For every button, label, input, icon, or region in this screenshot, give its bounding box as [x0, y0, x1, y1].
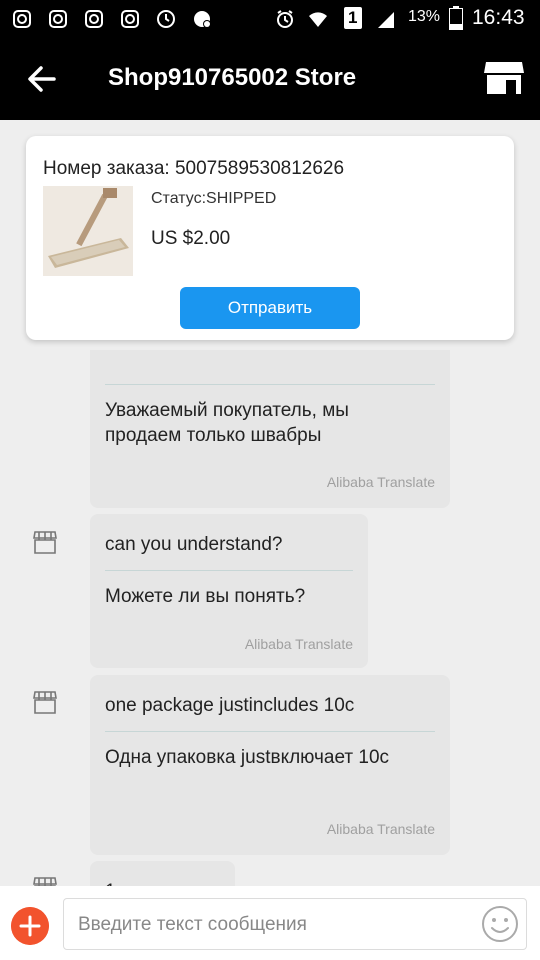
translation-source: Alibaba Translate: [244, 636, 353, 652]
battery-icon: [449, 6, 463, 30]
add-attachment-button[interactable]: [11, 907, 49, 945]
back-arrow-icon[interactable]: [26, 64, 58, 94]
message-input-placeholder: Введите текст сообщения: [78, 914, 307, 935]
order-number: Номер заказа: 5007589530812626: [43, 158, 345, 179]
order-status: Статус:SHIPPED: [151, 190, 277, 207]
store-avatar-icon[interactable]: [33, 530, 57, 554]
status-bar: 1 13% 16:43: [0, 0, 540, 38]
translation-source: Alibaba Translate: [326, 821, 435, 837]
mop-image-icon: [43, 186, 133, 276]
translated-text: Одна упаковка justвключает 10c: [105, 747, 390, 768]
translated-text: Уважаемый покупатель, мы продаем только …: [105, 400, 349, 446]
original-text: one package justincludes 10c: [105, 695, 355, 716]
instagram-icon: [13, 10, 31, 28]
send-order-button[interactable]: Отправить: [180, 287, 360, 329]
signal-icon: [378, 12, 394, 28]
order-price: US $2.00: [151, 228, 231, 249]
instagram-icon: [85, 10, 103, 28]
clock: 16:43: [472, 6, 525, 29]
battery-percent: 13%: [408, 8, 441, 25]
power-clock-icon: [157, 10, 175, 28]
message-bubble[interactable]: can you understand? Можете ли вы понять?…: [90, 514, 368, 668]
original-text: can you understand?: [105, 534, 283, 555]
translated-text: Можете ли вы понять?: [105, 586, 306, 607]
store-title: Shop910765002 Store: [108, 64, 357, 91]
translation-divider: [105, 731, 435, 732]
translation-source: Alibaba Translate: [326, 474, 435, 490]
sim-slot-label: 1: [348, 8, 358, 27]
app-bar: Shop910765002 Store: [0, 38, 540, 120]
translation-divider: [105, 384, 435, 385]
store-avatar-icon[interactable]: [33, 876, 57, 886]
product-thumbnail[interactable]: [43, 186, 133, 276]
sim-card-icon: 1: [344, 7, 362, 29]
wifi-icon: [309, 12, 327, 27]
emoji-icon[interactable]: [481, 905, 519, 943]
message-bubble[interactable]: 1: [90, 861, 235, 886]
message-input[interactable]: Введите текст сообщения: [63, 898, 527, 950]
instagram-icon: [121, 10, 139, 28]
store-avatar-icon[interactable]: [33, 690, 57, 714]
message-bubble[interactable]: Уважаемый покупатель, мы продаем только …: [90, 350, 450, 508]
chat-messages[interactable]: Уважаемый покупатель, мы продаем только …: [0, 350, 540, 886]
alarm-icon: [277, 10, 293, 28]
translation-divider: [105, 570, 353, 571]
message-bubble[interactable]: one package justincludes 10c Одна упаков…: [90, 675, 450, 855]
instagram-icon: [49, 10, 67, 28]
order-card[interactable]: Номер заказа: 5007589530812626 Статус:SH…: [26, 136, 514, 340]
store-icon[interactable]: [484, 60, 524, 96]
notification-icon: [194, 11, 211, 28]
